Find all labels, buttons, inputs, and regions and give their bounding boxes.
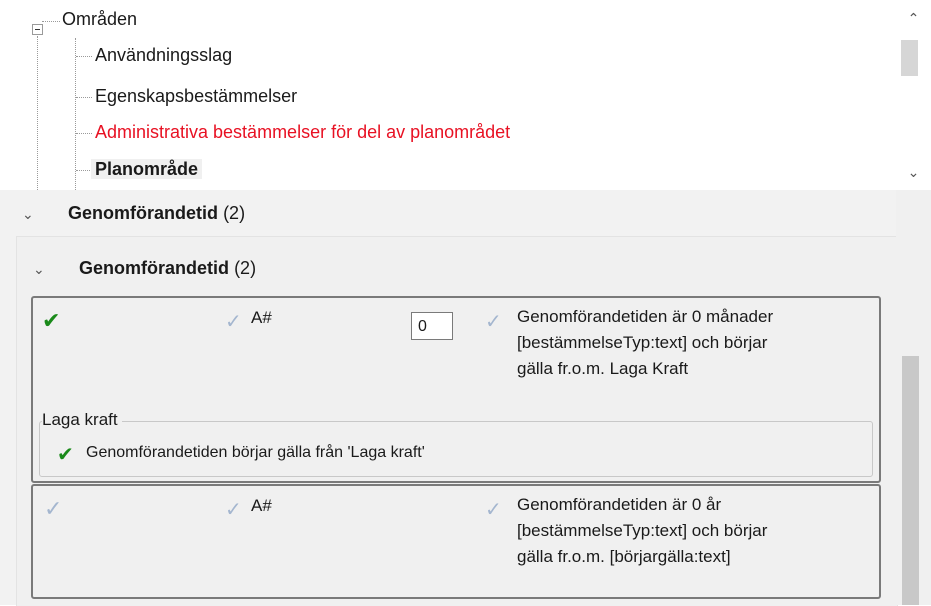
description-line: Genomförandetiden är 0 månader [517,307,774,326]
section-title: Genomförandetid [68,203,219,223]
provision-code: A# [251,308,272,327]
tree-item-egenskapsbestammelser[interactable]: Egenskapsbestämmelser [95,81,297,111]
description-line: [bestämmelseTyp:text] och börjar [517,521,768,540]
valid-check-icon: ✔ [42,308,61,333]
tree-view[interactable]: Områden Användningsslag Egenskapsbestämm… [0,0,931,190]
provision-description: Genomförandetiden är 0 år [bestämmelseTy… [517,492,767,570]
provision-code: A# [251,496,272,515]
check-icon: ✓ [225,311,242,333]
tree-item-planomrade-label: Planområde [91,159,203,179]
group-legend: Laga kraft [42,410,122,430]
tree-connector [76,97,92,98]
tree-root-omraden[interactable]: Områden [62,4,137,34]
subsection-container: ⌄ Genomförandetid (2) ✔ ✓ A# 0 ✓ Genomfö… [16,236,898,606]
scroll-thumb[interactable] [902,356,919,605]
panel-scrollbar[interactable] [896,190,931,605]
chevron-down-icon[interactable]: ⌄ [22,206,42,223]
tree-connector [76,133,92,134]
check-icon: ✓ [225,499,242,521]
tree-item-planomrade[interactable]: Planområde [91,154,203,184]
subsection-header-genomforandetid[interactable]: ⌄ Genomförandetid (2) [33,258,256,279]
valid-check-icon: ✔ [57,444,74,466]
subsection-count: (2) [234,258,257,278]
description-line: Genomförandetiden är 0 år [517,495,722,514]
check-icon: ✓ [485,499,502,521]
scroll-thumb[interactable] [901,40,918,76]
section-header-genomforandetid[interactable]: ⌄ Genomförandetid (2) [22,203,245,224]
description-line: gälla fr.o.m. Laga Kraft [517,359,689,378]
properties-panel: ⌄ Genomförandetid (2) ⌄ Genomförandetid … [0,190,931,606]
provision-card[interactable]: ✓ ✓ A# ✓ Genomförandetiden är 0 år [best… [31,484,881,599]
tree-scrollbar[interactable]: ⌃ ⌄ [896,0,931,190]
subsection-title: Genomförandetid [79,258,230,278]
laga-kraft-group: Laga kraft ✔ Genomförandetiden börjar gä… [39,410,873,477]
provision-description: Genomförandetiden är 0 månader [bestämme… [517,304,773,382]
tree-connector [42,21,60,22]
description-line: gälla fr.o.m. [börjargälla:text] [517,547,731,566]
tree-connector [75,38,76,190]
tree-connector [76,56,92,57]
provision-card[interactable]: ✔ ✓ A# 0 ✓ Genomförandetiden är 0 månade… [31,296,881,483]
number-input[interactable]: 0 [411,312,453,340]
section-count: (2) [223,203,246,223]
tree-connector [37,36,38,190]
description-line: [bestämmelseTyp:text] och börjar [517,333,768,352]
chevron-up-icon[interactable]: ⌃ [896,10,931,27]
tree-connector [76,170,92,171]
tree-item-anvandningsslag[interactable]: Användningsslag [95,40,232,70]
check-icon: ✓ [485,311,502,333]
tree-item-administrativa-bestammelser[interactable]: Administrativa bestämmelser för del av p… [95,117,510,147]
pending-check-icon: ✓ [44,496,63,521]
group-option-text: Genomförandetiden börjar gälla från 'Lag… [86,444,425,461]
chevron-down-icon[interactable]: ⌄ [33,261,53,278]
collapse-toggle[interactable] [32,24,43,35]
chevron-down-icon[interactable]: ⌄ [896,164,931,181]
